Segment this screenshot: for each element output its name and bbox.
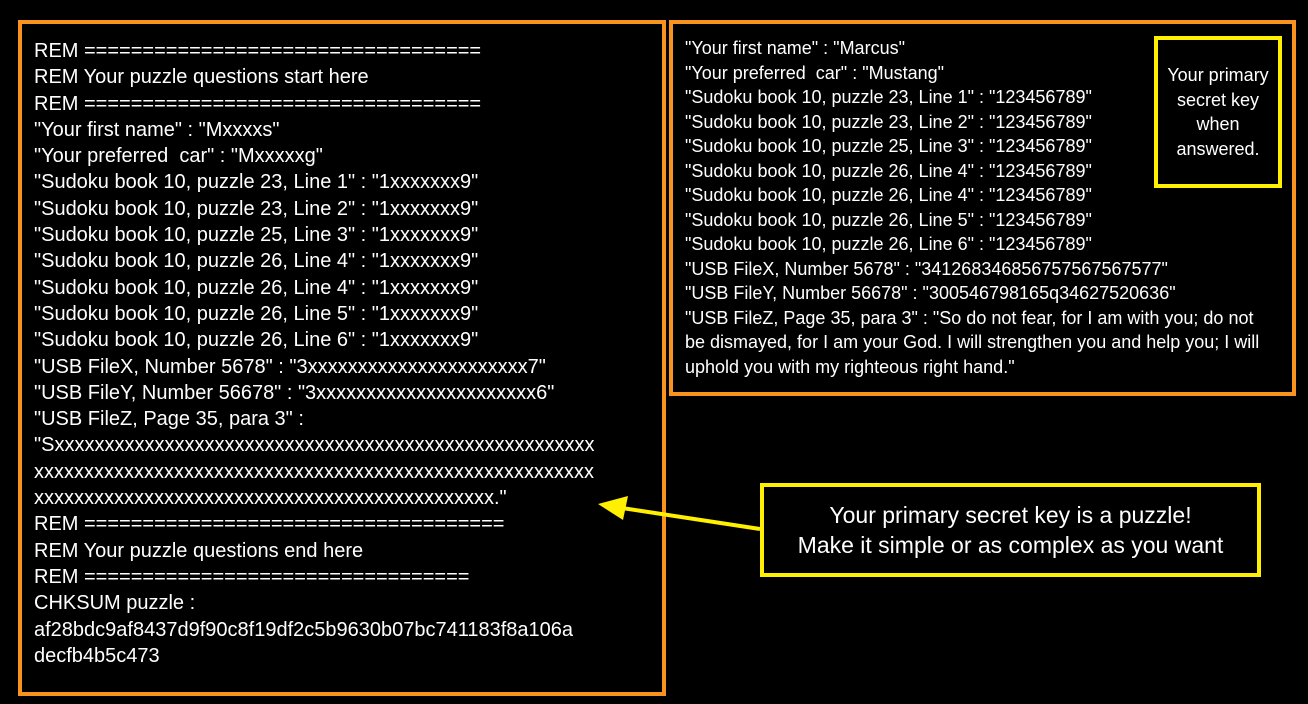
code-line: "Sudoku book 10, puzzle 26, Line 4" : "1… [34, 250, 479, 273]
code-line: "USB FileX, Number 5678" : "3xxxxxxxxxxx… [34, 355, 546, 378]
code-line: "Sudoku book 10, puzzle 26, Line 4" : "1… [34, 276, 479, 299]
code-line: "USB FileY, Number 56678" : "3xxxxxxxxxx… [34, 381, 555, 404]
answer-line: "Sudoku book 10, puzzle 26, Line 6" : "1… [685, 234, 1092, 254]
secret-key-note: Your primary secret key when answered. [1154, 36, 1282, 188]
code-line: "Sudoku book 10, puzzle 26, Line 5" : "1… [34, 302, 479, 325]
code-line: "Your preferred car" : "Mxxxxxg" [34, 145, 323, 168]
code-line: REM Your puzzle questions end here [34, 539, 364, 562]
checksum-value: decfb4b5c473 [34, 644, 160, 667]
code-line: REM ================================= [34, 565, 470, 588]
checksum-value: af28bdc9af8437d9f90c8f19df2c5b9630b07bc7… [34, 618, 574, 641]
code-line: "Your first name" : "Mxxxxs" [34, 118, 280, 141]
puzzle-questions-panel: REM ================================== R… [18, 20, 666, 696]
checksum-label: CHKSUM puzzle : [34, 592, 196, 615]
code-line: REM Your puzzle questions start here [34, 66, 369, 89]
code-line: "USB FileZ, Page 35, para 3" : [34, 408, 304, 431]
callout-line: Make it simple or as complex as you want [797, 532, 1224, 558]
callout-box: Your primary secret key is a puzzle! Mak… [760, 483, 1261, 577]
code-line: REM ================================== [34, 92, 482, 115]
masked-value-line: "Sxxxxxxxxxxxxxxxxxxxxxxxxxxxxxxxxxxxxxx… [34, 434, 595, 457]
code-line: "Sudoku book 10, puzzle 23, Line 2" : "1… [34, 197, 479, 220]
scripture-answer: "USB FileZ, Page 35, para 3" : "So do no… [685, 307, 1260, 377]
answer-line: "USB FileX, Number 5678" : "341268346856… [685, 258, 1168, 279]
code-line: "Sudoku book 10, puzzle 23, Line 1" : "1… [34, 171, 479, 194]
answer-line: "USB FileY, Number 56678" : "30054679816… [685, 283, 1176, 303]
answer-line: "Sudoku book 10, puzzle 26, Line 5" : "1… [685, 209, 1092, 230]
code-line: "Sudoku book 10, puzzle 26, Line 6" : "1… [34, 329, 479, 352]
callout-line: Your primary secret key is a puzzle! [829, 502, 1192, 528]
code-line: REM ==================================== [34, 513, 505, 536]
code-line: REM ================================== [34, 40, 482, 62]
code-line: "Sudoku book 10, puzzle 25, Line 3" : "1… [34, 224, 479, 247]
masked-value-line: xxxxxxxxxxxxxxxxxxxxxxxxxxxxxxxxxxxxxxxx… [34, 487, 507, 510]
masked-value-line: xxxxxxxxxxxxxxxxxxxxxxxxxxxxxxxxxxxxxxxx… [34, 460, 594, 483]
